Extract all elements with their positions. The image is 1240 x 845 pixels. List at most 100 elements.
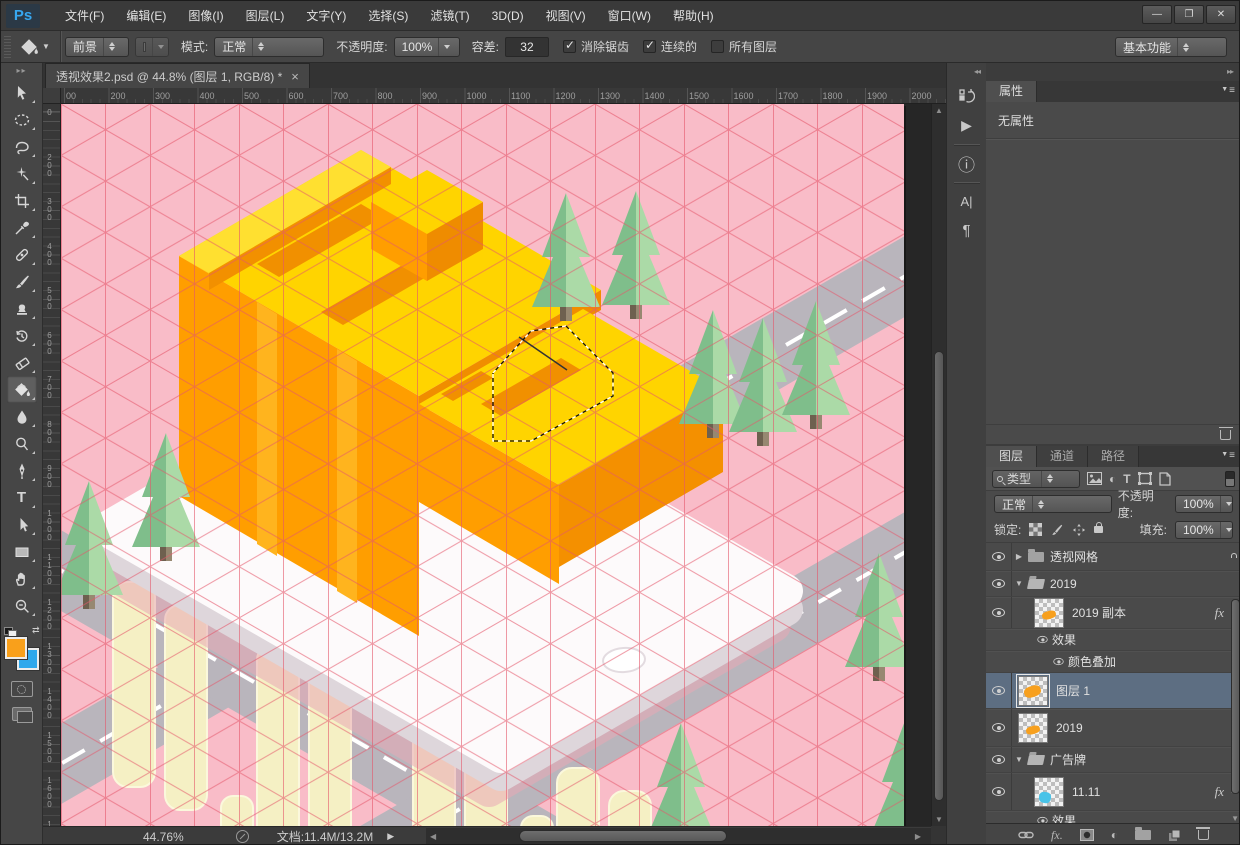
foreground-color-swatch[interactable] <box>5 637 27 659</box>
layer-name[interactable]: 透视网格 <box>1050 548 1098 565</box>
effects-header-row[interactable]: 效果 <box>986 629 1240 651</box>
visibility-toggle[interactable] <box>1032 629 1052 650</box>
menu-item[interactable]: 图层(L) <box>235 1 296 31</box>
visibility-toggle[interactable] <box>986 709 1012 746</box>
zoom-level[interactable]: 44.76% <box>143 830 184 844</box>
layer-row[interactable]: 2019 <box>986 709 1240 747</box>
layer-name[interactable]: 2019 <box>1050 577 1077 591</box>
magic-wand-tool[interactable] <box>7 160 37 187</box>
horizontal-scrollbar[interactable]: ◀ ▶ <box>426 828 931 845</box>
filter-toggle-switch[interactable] <box>1225 471 1235 487</box>
layer-row-group[interactable]: ▼ 2019 <box>986 571 1240 597</box>
filter-pixel-layers-icon[interactable] <box>1087 472 1102 485</box>
tab-layers[interactable]: 图层 <box>986 446 1037 467</box>
default-colors-icon[interactable] <box>4 627 13 635</box>
new-group-icon[interactable] <box>1135 830 1151 840</box>
info-panel-icon[interactable]: ⓘ <box>951 150 983 177</box>
healing-brush-tool[interactable] <box>7 241 37 268</box>
fill-source-select[interactable]: 前景 <box>65 37 129 57</box>
rectangle-tool[interactable] <box>7 538 37 565</box>
effects-label[interactable]: 效果 <box>1052 631 1076 648</box>
eyedropper-tool[interactable] <box>7 214 37 241</box>
all-layers-checkbox[interactable] <box>711 40 724 53</box>
vertical-scrollbar[interactable]: ▲ ▼ <box>931 104 946 826</box>
paint-bucket-tool[interactable] <box>7 376 37 403</box>
close-document-icon[interactable]: × <box>291 69 299 84</box>
panel-menu-icon[interactable]: ▼≡ <box>1221 450 1235 461</box>
add-layer-style-icon[interactable]: fx. <box>1051 828 1063 843</box>
options-grip-handle[interactable] <box>4 36 11 58</box>
expander-icon[interactable]: ▼ <box>1012 755 1026 764</box>
clone-stamp-tool[interactable] <box>7 295 37 322</box>
layer-thumbnail[interactable] <box>1034 777 1064 807</box>
lock-position-icon[interactable] <box>1072 523 1086 537</box>
status-flyout-icon[interactable]: ▶ <box>387 831 394 842</box>
lock-pixels-icon[interactable] <box>1050 523 1064 537</box>
layer-name[interactable]: 2019 <box>1056 721 1083 735</box>
toolbar-collapse-icon[interactable]: ▸▸ <box>1 63 42 79</box>
effect-row[interactable]: 颜色叠加 <box>986 651 1240 673</box>
link-layers-icon[interactable] <box>1018 830 1034 840</box>
workspace-select[interactable]: 基本功能 <box>1115 37 1227 57</box>
visibility-toggle[interactable] <box>986 673 1012 708</box>
layer-name[interactable]: 11.11 <box>1072 785 1100 799</box>
pattern-picker[interactable] <box>135 37 169 57</box>
dodge-tool[interactable] <box>7 430 37 457</box>
fx-badge[interactable]: fx <box>1215 784 1224 800</box>
menu-item[interactable]: 选择(S) <box>357 1 419 31</box>
layer-name[interactable]: 图层 1 <box>1056 682 1090 699</box>
filter-type-select[interactable]: 类型 <box>992 470 1080 488</box>
menu-item[interactable]: 帮助(H) <box>662 1 725 31</box>
layer-fill-select[interactable]: 100% <box>1175 521 1233 539</box>
swap-colors-icon[interactable]: ⇄ <box>32 625 40 636</box>
new-layer-icon[interactable] <box>1168 829 1181 842</box>
document-canvas[interactable] <box>61 104 904 826</box>
lasso-tool[interactable] <box>7 133 37 160</box>
trash-icon[interactable] <box>1220 430 1231 440</box>
layer-row[interactable]: 11.11 fx ▲ <box>986 773 1240 811</box>
layer-row-group[interactable]: ▼ 广告牌 <box>986 747 1240 773</box>
history-panel-icon[interactable] <box>951 83 983 110</box>
effect-name[interactable]: 颜色叠加 <box>1068 653 1116 670</box>
menu-item[interactable]: 视图(V) <box>535 1 597 31</box>
filter-smart-objects-icon[interactable] <box>1159 472 1171 486</box>
layer-thumbnail[interactable] <box>1034 598 1064 628</box>
layer-name[interactable]: 广告牌 <box>1050 751 1086 768</box>
screen-mode-button[interactable] <box>12 707 32 721</box>
blend-mode-select[interactable]: 正常 <box>994 495 1112 513</box>
new-adjustment-layer-icon[interactable]: ◐ <box>1111 828 1118 842</box>
panel-menu-icon[interactable]: ▼≡ <box>1221 85 1235 96</box>
minimize-button[interactable]: — <box>1142 5 1172 24</box>
type-tool[interactable]: T <box>7 484 37 511</box>
tolerance-input[interactable]: 32 <box>505 37 549 57</box>
anti-alias-checkbox[interactable] <box>563 40 576 53</box>
menu-item[interactable]: 文字(Y) <box>295 1 357 31</box>
tab-properties[interactable]: 属性 <box>986 81 1037 102</box>
eraser-tool[interactable] <box>7 349 37 376</box>
quick-mask-mode-button[interactable] <box>11 681 33 697</box>
lock-all-icon[interactable] <box>1094 526 1103 533</box>
horizontal-ruler[interactable]: 0020030040050060070080090010001100120013… <box>61 88 946 104</box>
filter-shape-layers-icon[interactable] <box>1138 472 1152 485</box>
elliptical-marquee-tool[interactable] <box>7 106 37 133</box>
paragraph-panel-icon[interactable]: ¶ <box>951 217 983 244</box>
mode-select[interactable]: 正常 <box>214 37 324 57</box>
pen-tool[interactable] <box>7 457 37 484</box>
visibility-toggle[interactable] <box>986 773 1012 810</box>
layer-thumbnail[interactable] <box>1018 713 1048 743</box>
delete-layer-icon[interactable] <box>1198 830 1209 840</box>
layer-row[interactable]: 2019 副本 fx ▲ <box>986 597 1240 629</box>
filter-type-layers-icon[interactable]: T <box>1123 472 1130 486</box>
brush-tool[interactable] <box>7 268 37 295</box>
menu-item[interactable]: 滤镜(T) <box>419 1 480 31</box>
tab-paths[interactable]: 路径 <box>1088 446 1139 467</box>
expand-dock-icon[interactable]: ◂◂ <box>947 63 986 81</box>
crop-tool[interactable] <box>7 187 37 214</box>
paint-bucket-tool-preset[interactable]: ▼ <box>19 37 50 57</box>
actions-panel-icon[interactable]: ▶ <box>951 112 983 139</box>
menu-item[interactable]: 文件(F) <box>54 1 115 31</box>
history-brush-tool[interactable] <box>7 322 37 349</box>
contiguous-checkbox[interactable] <box>643 40 656 53</box>
layers-scroll-thumb[interactable] <box>1231 599 1240 794</box>
visibility-toggle[interactable] <box>1048 651 1068 672</box>
